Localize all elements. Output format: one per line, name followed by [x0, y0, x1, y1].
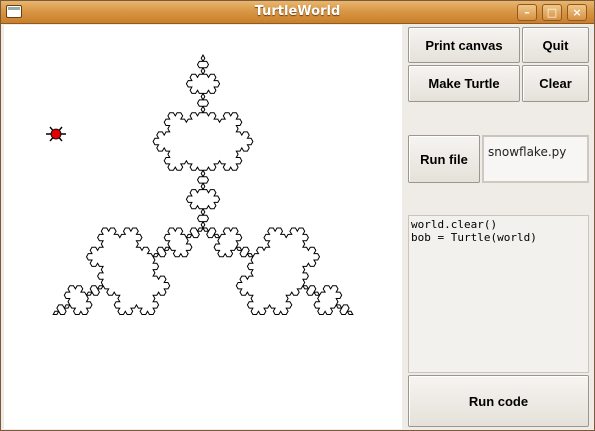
turtle-canvas[interactable] [4, 25, 402, 429]
code-line: world.clear() [411, 218, 498, 231]
make-turtle-button[interactable]: Make Turtle [408, 65, 520, 102]
turtle-icon [46, 126, 66, 142]
print-canvas-button[interactable]: Print canvas [408, 27, 520, 63]
turtleworld-window: TurtleWorld – □ × Print canvas Quit Make… [0, 0, 595, 431]
run-code-button[interactable]: Run code [408, 375, 589, 427]
minimize-button[interactable]: – [517, 4, 537, 21]
run-file-button[interactable]: Run file [408, 135, 480, 183]
code-editor[interactable]: world.clear() bob = Turtle(world) [408, 215, 589, 373]
quit-button[interactable]: Quit [522, 27, 589, 63]
title-bar[interactable]: TurtleWorld – □ × [1, 1, 594, 24]
koch-snowflake [52, 53, 354, 315]
window-title: TurtleWorld [254, 4, 341, 19]
canvas-svg [46, 53, 354, 315]
clear-button[interactable]: Clear [522, 65, 589, 102]
close-button[interactable]: × [567, 4, 587, 21]
code-line: bob = Turtle(world) [411, 231, 537, 244]
maximize-button[interactable]: □ [542, 4, 562, 21]
file-name-input[interactable]: snowflake.py [482, 135, 589, 183]
